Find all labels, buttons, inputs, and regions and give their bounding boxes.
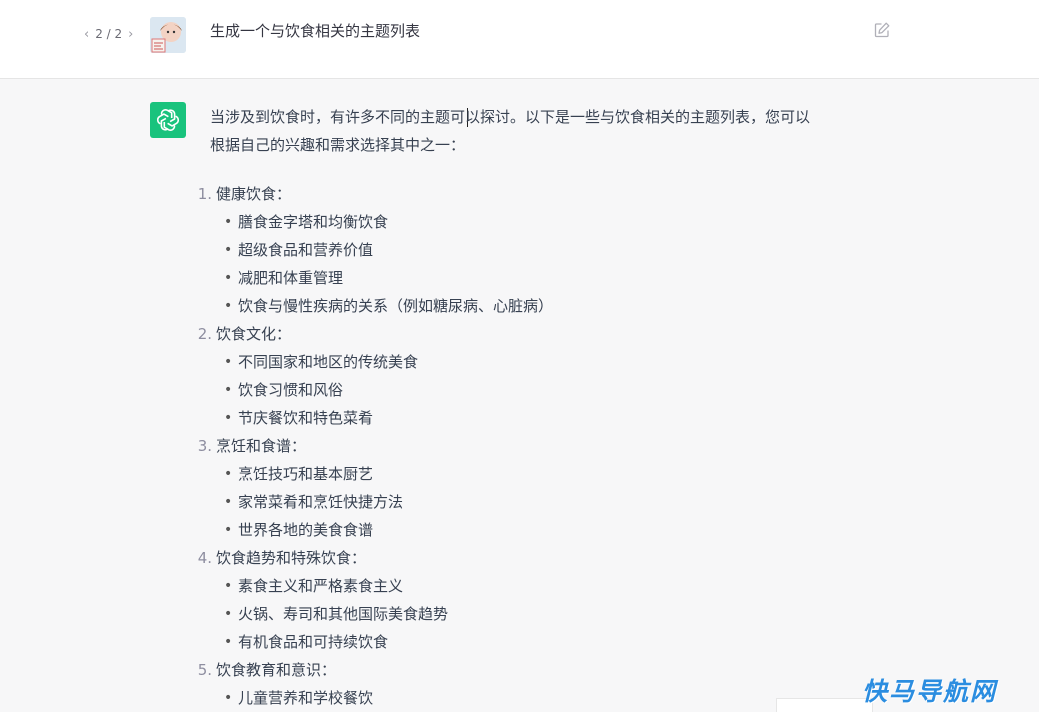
bullet-icon: • — [224, 270, 233, 286]
subtopic-list: • 膳食金字塔和均衡饮食 • 超级食品和营养价值 • 减肥和体重管理 • 饮食与慢性疾病的关系… — [216, 208, 870, 320]
topic-item: 3. 烹饪和食谱： • 烹饪技巧和基本厨艺 • 家常菜肴和烹饪快捷方法 • 世界各地的美食食谱 — [198, 432, 870, 544]
bullet-icon: • — [224, 382, 233, 398]
bullet-icon: • — [224, 354, 233, 370]
pager-count: 2 / 2 — [95, 27, 123, 41]
topic-title: 饮食趋势和特殊饮食： — [216, 549, 367, 567]
subtopic-item: • 素食主义和严格素食主义 — [224, 572, 870, 600]
user-avatar — [150, 17, 186, 53]
user-message-row: ‹ 2 / 2 › 生成一个与饮食相关的主题列表 — [0, 0, 1039, 79]
chevron-left-icon[interactable]: ‹ — [80, 27, 93, 42]
topic-heading: 3. 烹饪和食谱： — [198, 432, 870, 460]
intro-line-1: 当涉及到饮食时，有许多不同的主题可以探讨。以下是一些与饮食相关的主题列表，您可以 — [210, 108, 811, 126]
topic-item: 4. 饮食趋势和特殊饮食： • 素食主义和严格素食主义 • 火锅、寿司和其他国际美食趋势 •… — [198, 544, 870, 656]
subtopic-item: • 家常菜肴和烹饪快捷方法 — [224, 488, 870, 516]
topic-number: 2. — [197, 325, 212, 343]
topic-heading: 2. 饮食文化： — [198, 320, 870, 348]
topic-number: 5. — [197, 661, 212, 679]
subtopic-text: 火锅、寿司和其他国际美食趋势 — [238, 605, 449, 623]
bullet-icon: • — [224, 578, 233, 594]
subtopic-text: 不同国家和地区的传统美食 — [238, 353, 419, 371]
subtopic-text: 超级食品和营养价值 — [238, 241, 374, 259]
scroll-to-bottom-panel — [776, 698, 873, 712]
subtopic-item: • 饮食习惯和风俗 — [224, 376, 870, 404]
topic-number: 4. — [197, 549, 212, 567]
assistant-intro: 当涉及到饮食时，有许多不同的主题可以探讨。以下是一些与饮食相关的主题列表，您可以… — [210, 103, 870, 159]
topic-item: 2. 饮食文化： • 不同国家和地区的传统美食 • 饮食习惯和风俗 • 节庆餐饮和特色菜肴 — [198, 320, 870, 432]
bullet-icon: • — [224, 690, 233, 706]
subtopic-item: • 烹饪技巧和基本厨艺 — [224, 460, 870, 488]
subtopic-list: • 素食主义和严格素食主义 • 火锅、寿司和其他国际美食趋势 • 有机食品和可持续饮食 — [216, 572, 870, 656]
topic-heading: 5. 饮食教育和意识： — [198, 656, 870, 684]
subtopic-text: 减肥和体重管理 — [238, 269, 344, 287]
bullet-icon: • — [224, 242, 233, 258]
openai-logo-icon — [156, 109, 180, 131]
topic-list: 1. 健康饮食： • 膳食金字塔和均衡饮食 • 超级食品和营养价值 • 减肥和体重管理 • 饮食与… — [198, 180, 870, 712]
subtopic-text: 烹饪技巧和基本厨艺 — [238, 465, 374, 483]
subtopic-list: • 不同国家和地区的传统美食 • 饮食习惯和风俗 • 节庆餐饮和特色菜肴 — [216, 348, 870, 432]
topic-heading: 4. 饮食趋势和特殊饮食： — [198, 544, 870, 572]
topic-number: 3. — [197, 437, 212, 455]
bullet-icon: • — [224, 606, 233, 622]
subtopic-text: 饮食与慢性疾病的关系（例如糖尿病、心脏病） — [238, 297, 554, 315]
subtopic-item: • 世界各地的美食食谱 — [224, 516, 870, 544]
bullet-icon: • — [224, 522, 233, 538]
topic-item: 5. 饮食教育和意识： • 儿童营养和学校餐饮 — [198, 656, 870, 712]
topic-item: 1. 健康饮食： • 膳食金字塔和均衡饮食 • 超级食品和营养价值 • 减肥和体重管理 • 饮食与… — [198, 180, 870, 320]
subtopic-item: • 有机食品和可持续饮食 — [224, 628, 870, 656]
topic-heading: 1. 健康饮食： — [198, 180, 870, 208]
bullet-icon: • — [224, 466, 233, 482]
subtopic-item: • 减肥和体重管理 — [224, 264, 870, 292]
subtopic-item: • 火锅、寿司和其他国际美食趋势 — [224, 600, 870, 628]
response-pager: ‹ 2 / 2 › — [80, 25, 137, 43]
subtopic-list: • 烹饪技巧和基本厨艺 • 家常菜肴和烹饪快捷方法 • 世界各地的美食食谱 — [216, 460, 870, 544]
bullet-icon: • — [224, 410, 233, 426]
bullet-icon: • — [224, 494, 233, 510]
subtopic-text: 有机食品和可持续饮食 — [238, 633, 389, 651]
subtopic-text: 世界各地的美食食谱 — [238, 521, 374, 539]
subtopic-text: 膳食金字塔和均衡饮食 — [238, 213, 389, 231]
bullet-icon: • — [224, 214, 233, 230]
subtopic-item: • 节庆餐饮和特色菜肴 — [224, 404, 870, 432]
subtopic-list: • 儿童营养和学校餐饮 — [216, 684, 870, 712]
topic-title: 饮食文化： — [216, 325, 292, 343]
subtopic-text: 节庆餐饮和特色菜肴 — [238, 409, 374, 427]
topic-title: 健康饮食： — [216, 185, 292, 203]
bullet-icon: • — [224, 298, 233, 314]
assistant-avatar — [150, 102, 186, 138]
pencil-square-icon[interactable] — [873, 21, 891, 39]
watermark: 快马导航网 — [862, 677, 998, 706]
bullet-icon: • — [224, 634, 233, 650]
intro-line-2: 根据自己的兴趣和需求选择其中之一： — [210, 136, 466, 154]
topic-number: 1. — [197, 185, 212, 203]
subtopic-item: • 超级食品和营养价值 — [224, 236, 870, 264]
subtopic-text: 家常菜肴和烹饪快捷方法 — [238, 493, 404, 511]
topic-title: 饮食教育和意识： — [216, 661, 337, 679]
chevron-right-icon[interactable]: › — [124, 27, 137, 42]
topic-title: 烹饪和食谱： — [216, 437, 307, 455]
subtopic-text: 素食主义和严格素食主义 — [238, 577, 404, 595]
user-message-text: 生成一个与饮食相关的主题列表 — [210, 22, 421, 40]
assistant-message: 当涉及到饮食时，有许多不同的主题可以探讨。以下是一些与饮食相关的主题列表，您可以… — [198, 103, 870, 707]
subtopic-item: • 不同国家和地区的传统美食 — [224, 348, 870, 376]
subtopic-text: 饮食习惯和风俗 — [238, 381, 344, 399]
subtopic-text: 儿童营养和学校餐饮 — [238, 689, 374, 707]
subtopic-item: • 饮食与慢性疾病的关系（例如糖尿病、心脏病） — [224, 292, 870, 320]
subtopic-item: • 膳食金字塔和均衡饮食 — [224, 208, 870, 236]
